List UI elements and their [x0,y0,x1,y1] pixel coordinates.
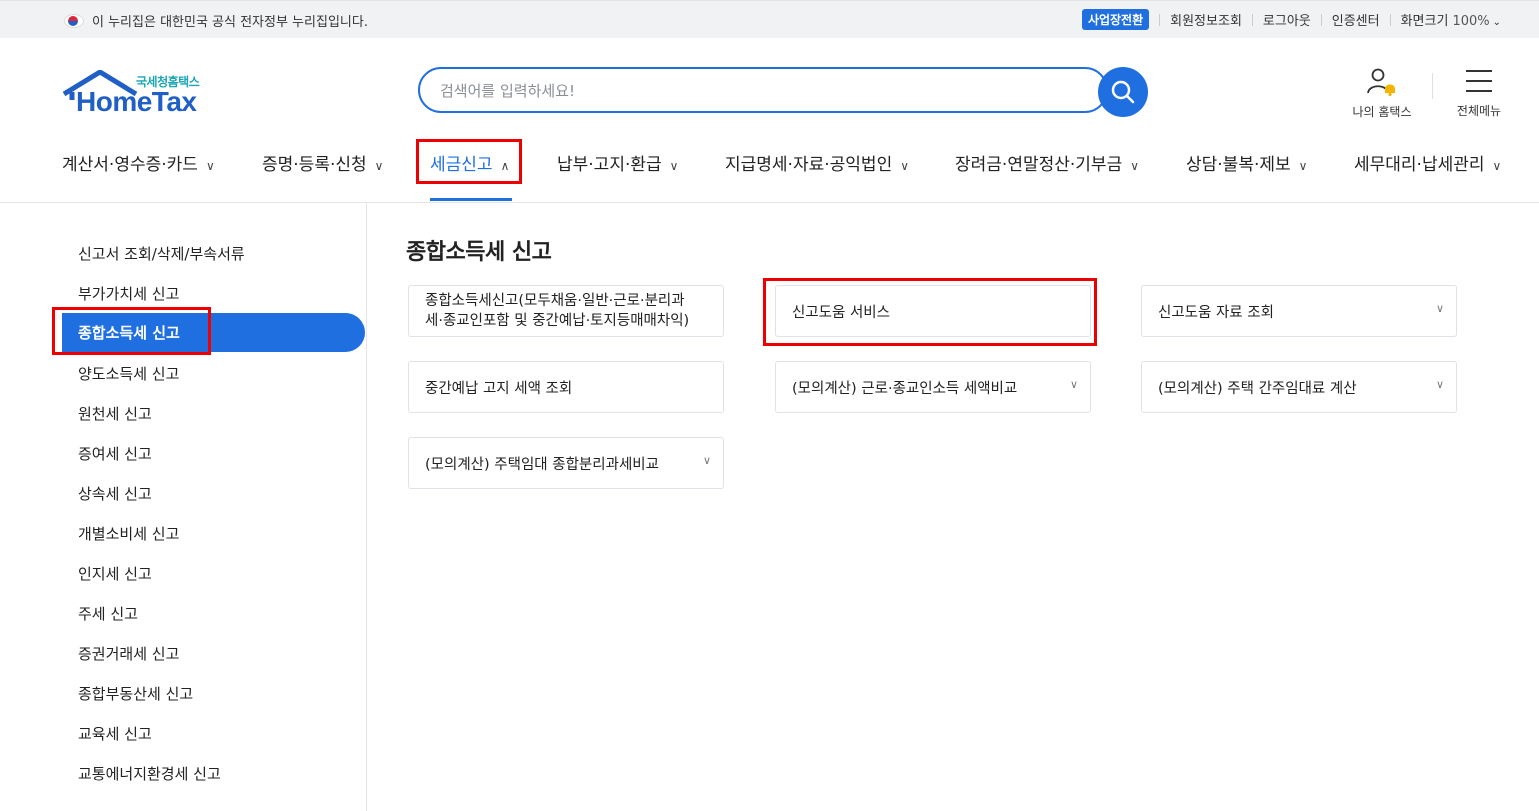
card-label: (모의계산) 주택 간주임대료 계산 [1158,381,1357,397]
gnb-label: 계산서·영수증·카드 [62,155,198,175]
search-input[interactable] [438,78,1082,104]
card-label-line1: 종합소득세신고(모두채움·일반·근로·분리과 [425,293,685,309]
sidebar-item[interactable]: 원천세 신고 [78,403,152,424]
divider [1159,13,1161,26]
chevron-up-icon: ∧ [500,159,510,173]
card-label: 중간예납 고지 세액 조회 [425,381,573,397]
sidebar-item-active[interactable]: 종합소득세 신고 [62,313,365,352]
card-label: 종합소득세신고(모두채움·일반·근로·분리과 세·종교인포함 및 중간예납·토지… [425,291,689,331]
chevron-down-icon: ∨ [374,159,384,173]
chevron-down-icon: ∨ [1298,159,1308,173]
search-button[interactable] [1098,67,1148,117]
cert-center-link[interactable]: 인증센터 [1332,10,1380,29]
sidebar-item[interactable]: 양도소득세 신고 [78,363,179,384]
search-bar [418,67,1148,117]
top-bar: 이 누리집은 대한민국 공식 전자정부 누리집입니다. 사업장전환 회원정보조회… [0,0,1539,38]
card-label: 신고도움 서비스 [792,305,890,321]
chevron-down-icon: ∨ [900,159,910,173]
sidebar-item[interactable]: 신고서 조회/삭제/부속서류 [78,243,245,264]
chevron-down-icon: ∨ [1492,159,1502,173]
biz-switch-button[interactable]: 사업장전환 [1081,9,1150,30]
search-icon [1111,80,1135,104]
gnb-item-statement[interactable]: 지급명세·자료·공익법인 ∨ [725,150,909,175]
zoom-label: 화면크기 [1400,14,1449,29]
card-label-line2: 세·종교인포함 및 중간예납·토지등매매차익) [425,313,690,329]
chevron-down-icon: ∨ [205,159,215,173]
gov-notice: 이 누리집은 대한민국 공식 전자정부 누리집입니다. [64,11,368,30]
chevron-down-icon: ∨ [702,454,711,467]
my-hometax-label: 나의 홈택스 [1352,105,1412,119]
card-filing-help-data[interactable]: 신고도움 자료 조회 ∨ [1141,285,1457,337]
sidebar-item[interactable]: 상속세 신고 [78,483,152,504]
gov-notice-text: 이 누리집은 대한민국 공식 전자정부 누리집입니다. [92,15,368,30]
divider [1251,13,1253,26]
all-menu-button[interactable]: 전체메뉴 [1452,67,1506,119]
divider [1320,13,1322,26]
gnb-label: 세금신고 [430,155,493,175]
chevron-down-icon: ∨ [1435,378,1444,391]
gnb-label: 지급명세·자료·공익법인 [725,155,893,175]
hamburger-icon [1466,70,1492,92]
sidebar-item[interactable]: 인지세 신고 [78,563,152,584]
gnb-label: 세무대리·납세관리 [1354,155,1485,175]
chevron-down-icon: ⌄ [1492,17,1501,28]
logout-link[interactable]: 로그아웃 [1263,10,1311,29]
zoom-value: 100% [1452,14,1490,29]
gnb-label: 상담·불복·제보 [1186,155,1291,175]
gnb-item-certificate[interactable]: 증명·등록·신청 ∨ [262,150,383,175]
gnb-label: 증명·등록·신청 [262,155,367,175]
hometax-logo[interactable]: 국세청홈택스 HomeTax [62,70,222,120]
card-simulation-rental-separate[interactable]: (모의계산) 주택임대 종합분리과세비교 ∨ [408,437,724,489]
gnb-item-invoice[interactable]: 계산서·영수증·카드 ∨ [62,150,215,175]
card-interim-prepayment[interactable]: 중간예납 고지 세액 조회 [408,361,724,413]
gnb-item-tax-filing[interactable]: 세금신고 ∧ [430,150,509,175]
sidebar-item[interactable]: 부가가치세 신고 [78,283,179,304]
logo-english-text: HomeTax [76,86,197,117]
sidebar-item-label: 종합소득세 신고 [78,324,180,342]
card-filing-help-service[interactable]: 신고도움 서비스 [775,285,1091,337]
sidebar-item[interactable]: 증여세 신고 [78,443,152,464]
zoom-control[interactable]: 화면크기 100% ⌄ [1401,10,1501,29]
utility-links: 사업장전환 회원정보조회 로그아웃 인증센터 화면크기 100% ⌄ [1081,9,1501,30]
page-title: 종합소득세 신고 [406,240,552,265]
card-simulation-labor-religious[interactable]: (모의계산) 근로·종교인소득 세액비교 ∨ [775,361,1091,413]
sidebar-item[interactable]: 종합부동산세 신고 [78,683,193,704]
card-label: (모의계산) 근로·종교인소득 세액비교 [792,381,1018,397]
sidebar: 신고서 조회/삭제/부속서류 부가가치세 신고 종합소득세 신고 양도소득세 신… [0,203,367,811]
gnb-item-incentive[interactable]: 장려금·연말정산·기부금 ∨ [955,150,1139,175]
gnb-label: 납부·고지·환급 [557,155,662,175]
chevron-down-icon: ∨ [1435,302,1444,315]
member-info-link[interactable]: 회원정보조회 [1170,10,1242,29]
sidebar-item[interactable]: 개별소비세 신고 [78,523,179,544]
chevron-down-icon: ∨ [669,159,679,173]
sidebar-item[interactable]: 교통에너지환경세 신고 [78,763,221,784]
card-label: 신고도움 자료 조회 [1158,305,1274,321]
sidebar-item[interactable]: 증권거래세 신고 [78,643,179,664]
sidebar-item[interactable]: 교육세 신고 [78,723,152,744]
gnb-item-consult[interactable]: 상담·불복·제보 ∨ [1186,150,1307,175]
gnb-item-agent[interactable]: 세무대리·납세관리 ∨ [1354,150,1501,175]
user-bell-icon [1367,68,1395,97]
divider [1432,73,1433,99]
divider [1389,13,1391,26]
my-hometax-button[interactable]: 나의 홈택스 [1347,67,1417,120]
active-tab-underline [430,198,512,201]
gnb-item-payment[interactable]: 납부·고지·환급 ∨ [557,150,678,175]
card-label: (모의계산) 주택임대 종합분리과세비교 [425,457,659,473]
korea-flag-icon [64,13,84,28]
sidebar-item[interactable]: 주세 신고 [78,603,138,624]
global-nav: 계산서·영수증·카드 ∨ 증명·등록·신청 ∨ 세금신고 ∧ 납부·고지·환급 ∨ 지급… [0,140,1539,201]
chevron-down-icon: ∨ [1130,159,1140,173]
gnb-label: 장려금·연말정산·기부금 [955,155,1123,175]
all-menu-label: 전체메뉴 [1456,104,1502,118]
card-simulation-deemed-rent[interactable]: (모의계산) 주택 간주임대료 계산 ∨ [1141,361,1457,413]
chevron-down-icon: ∨ [1069,378,1078,391]
card-income-tax-filing[interactable]: 종합소득세신고(모두채움·일반·근로·분리과 세·종교인포함 및 중간예납·토지… [408,285,724,337]
